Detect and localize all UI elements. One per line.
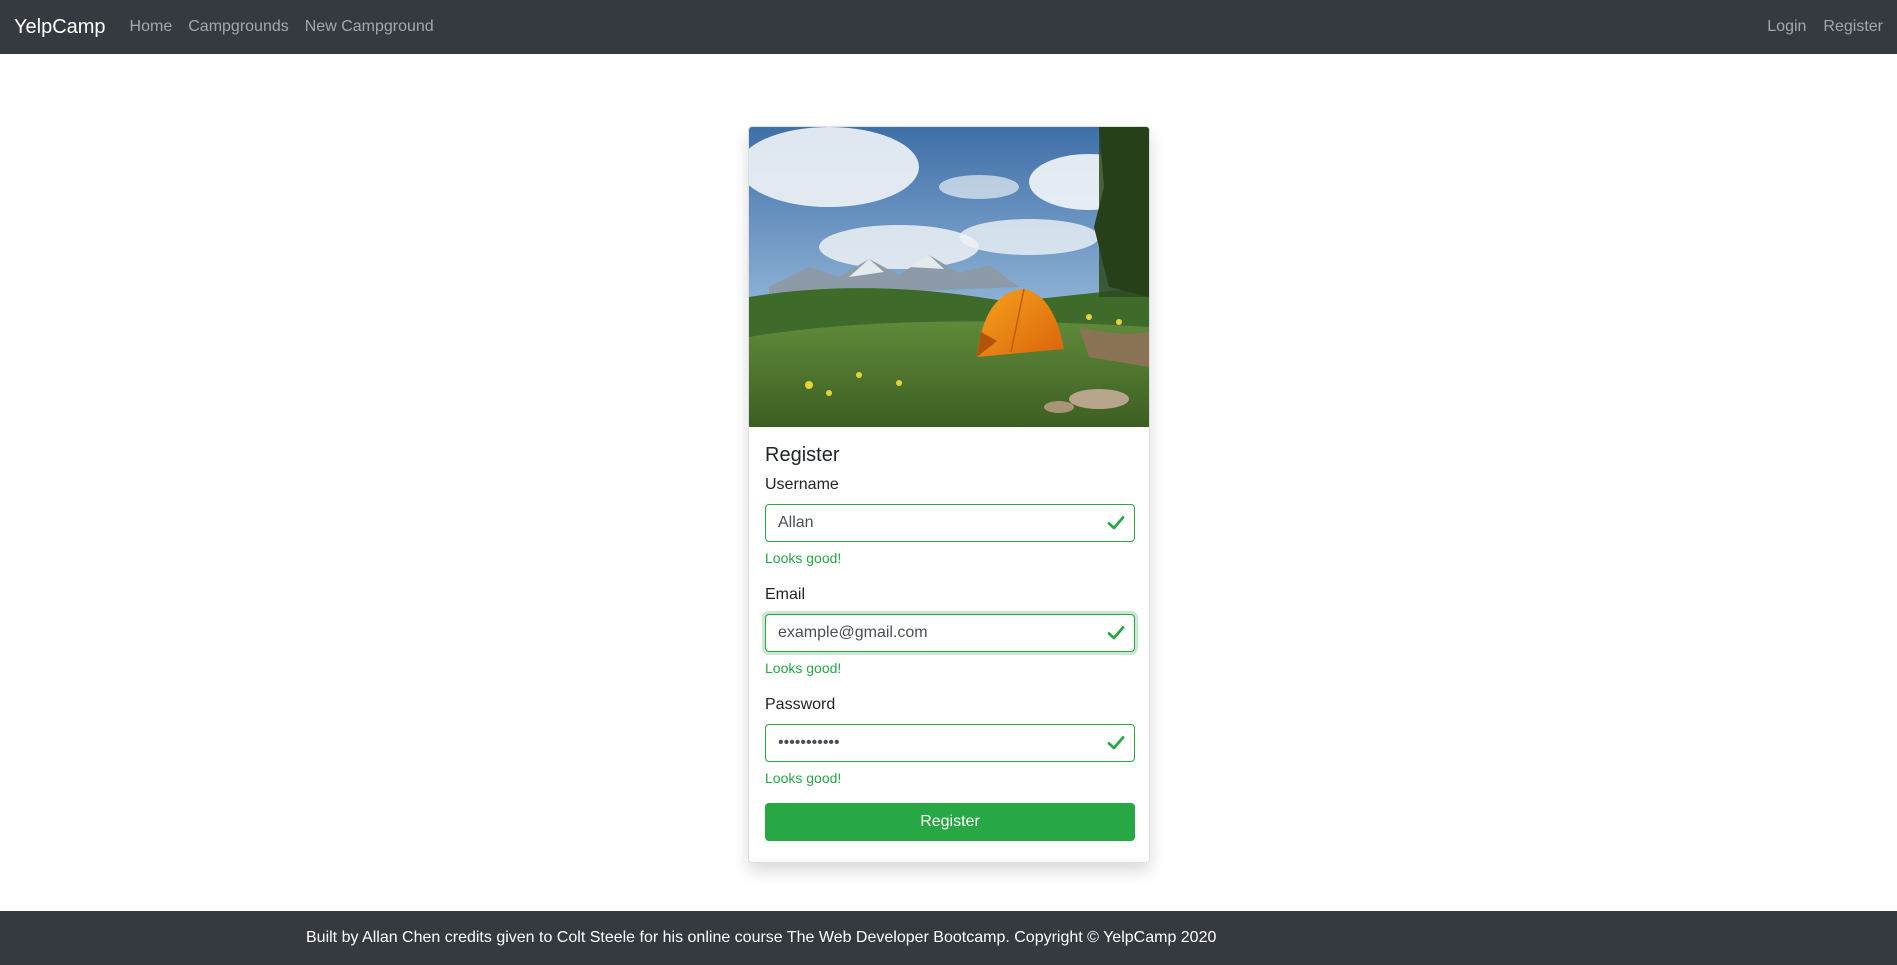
card-title: Register — [765, 444, 840, 466]
email-input[interactable] — [765, 614, 1135, 652]
username-valid-feedback: Looks good! — [765, 550, 842, 566]
register-card: Register Username Looks good! Email Look… — [748, 126, 1150, 863]
nav-link-login[interactable]: Login — [1767, 18, 1806, 36]
nav-right: Login Register — [1750, 18, 1883, 36]
username-input[interactable] — [765, 504, 1135, 542]
password-label: Password — [765, 696, 836, 713]
username-label: Username — [765, 476, 839, 493]
password-valid-feedback: Looks good! — [765, 770, 842, 786]
check-icon — [1107, 516, 1125, 530]
password-field-wrap — [765, 724, 1135, 762]
footer: Built by Allan Chen credits given to Col… — [0, 911, 1897, 965]
card-body: Register Username Looks good! Email Look… — [749, 427, 1149, 841]
username-field-wrap — [765, 504, 1135, 542]
password-input[interactable] — [765, 724, 1135, 762]
email-label: Email — [765, 586, 806, 603]
nav-link-register[interactable]: Register — [1823, 18, 1883, 36]
nav-link-home[interactable]: Home — [130, 18, 173, 36]
campsite-image — [749, 127, 1149, 427]
email-field-wrap — [765, 614, 1135, 652]
check-icon — [1107, 626, 1125, 640]
nav-link-new-campground[interactable]: New Campground — [305, 18, 434, 36]
email-valid-feedback: Looks good! — [765, 660, 842, 676]
register-button[interactable]: Register — [765, 803, 1135, 841]
footer-credits: Built by Allan Chen credits given to Col… — [306, 929, 1217, 946]
nav-link-campgrounds[interactable]: Campgrounds — [188, 18, 289, 36]
brand-logo[interactable]: YelpCamp — [14, 16, 106, 39]
check-icon — [1107, 736, 1125, 750]
navbar: YelpCamp Home Campgrounds New Campground… — [0, 0, 1897, 54]
